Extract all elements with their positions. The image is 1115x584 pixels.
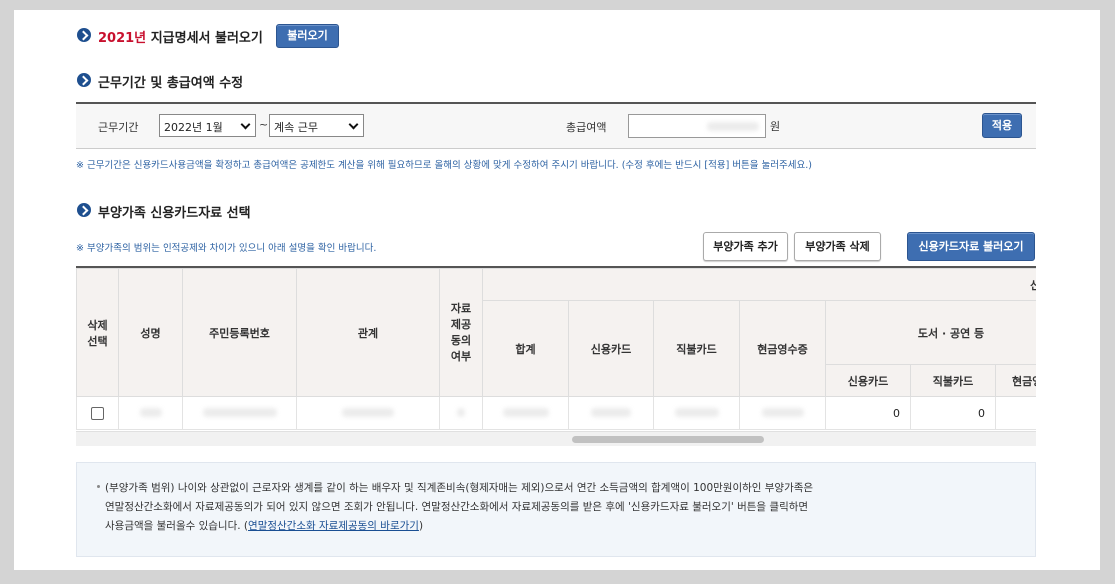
info-line-1: (부양가족 범위) 나이와 상관없이 근로자와 생계를 같이 하는 배우자 및 … xyxy=(105,482,814,494)
dependents-table-wrapper: 삭제 선택 성명 주민등록번호 관계 자료 제공 동의 여부 신 합계 신용카드… xyxy=(76,266,1036,446)
section-arrow-icon xyxy=(77,28,91,42)
table-row: 0 0 xyxy=(76,396,1036,430)
blurred-rrn xyxy=(202,407,277,417)
blurred-name xyxy=(139,407,162,417)
add-dependent-button[interactable]: 부양가족 추가 xyxy=(703,232,788,261)
work-period-label: 근무기간 xyxy=(98,121,139,134)
section-title-payment-statement: 2021년 지급명세서 불러오기 xyxy=(98,27,263,46)
start-month-select[interactable]: 2022년 1월 xyxy=(159,114,256,137)
col-header-name: 성명 xyxy=(118,268,183,397)
cell-rrn xyxy=(182,396,297,430)
horizontal-scrollbar[interactable] xyxy=(76,431,1036,446)
blurred-total xyxy=(502,407,549,417)
cell-total xyxy=(482,396,569,430)
work-period-box: 근무기간 2022년 1월 ~ 계속 근무 총급여액 원 적용 xyxy=(76,102,1036,149)
col-header-books-group: 도서 · 공연 등 xyxy=(824,300,1036,365)
scrollbar-thumb[interactable] xyxy=(572,436,764,443)
section-title-work-period: 근무기간 및 총급여액 수정 xyxy=(98,76,244,91)
info-line-3-prefix: 사용금액을 불러올수 있습니다. ( xyxy=(105,520,249,532)
load-credit-card-button[interactable]: 신용카드자료 불러오기 xyxy=(907,232,1035,261)
section-arrow-icon xyxy=(77,73,91,87)
apply-button[interactable]: 적용 xyxy=(982,113,1022,138)
col-header-books-credit: 신용카드 xyxy=(825,364,911,397)
col-header-debit: 직불카드 xyxy=(653,300,740,397)
blurred-credit xyxy=(591,407,631,417)
info-line-3-suffix: ) xyxy=(418,520,424,532)
total-salary-input[interactable] xyxy=(628,114,766,138)
bullet-icon xyxy=(97,485,100,488)
dependents-table: 삭제 선택 성명 주민등록번호 관계 자료 제공 동의 여부 신 합계 신용카드… xyxy=(76,268,1036,430)
cell-books-credit: 0 xyxy=(825,396,911,430)
load-statement-button[interactable]: 불러오기 xyxy=(276,24,339,48)
col-header-books-cash: 현금영 xyxy=(994,364,1036,397)
col-header-relation: 관계 xyxy=(296,268,440,397)
blurred-cash xyxy=(761,407,804,417)
cell-credit xyxy=(568,396,654,430)
col-header-books-debit: 직불카드 xyxy=(910,364,996,397)
blurred-salary-value xyxy=(707,122,759,131)
section-title-text: 지급명세서 불러오기 xyxy=(150,31,263,46)
delete-dependent-button[interactable]: 부양가족 삭제 xyxy=(794,232,881,261)
col-header-select: 삭제 선택 xyxy=(76,268,119,397)
main-panel: 2021년 지급명세서 불러오기 불러오기 근무기간 및 총급여액 수정 근무기… xyxy=(14,10,1100,570)
col-header-top-group: 신 xyxy=(481,268,1036,301)
col-header-total: 합계 xyxy=(482,300,569,397)
year-label: 2021년 xyxy=(98,31,147,46)
cell-cash xyxy=(739,396,826,430)
total-salary-label: 총급여액 xyxy=(566,121,607,134)
tilde: ~ xyxy=(259,118,269,131)
cell-books-cash xyxy=(994,396,1036,430)
row-checkbox[interactable] xyxy=(91,406,104,420)
col-header-top-group-text: 신 xyxy=(1030,279,1036,292)
section-arrow-icon xyxy=(77,203,91,217)
section-title-dependents: 부양가족 신용카드자료 선택 xyxy=(98,206,251,221)
work-period-notice: ※ 근무기간은 신용카드사용금액을 확정하고 총급여액은 공제한도 계산을 위해… xyxy=(76,160,812,171)
cell-relation xyxy=(296,396,440,430)
col-header-credit: 신용카드 xyxy=(568,300,654,397)
cell-name xyxy=(118,396,183,430)
col-header-consent: 자료 제공 동의 여부 xyxy=(439,268,483,397)
won-unit: 원 xyxy=(770,120,781,133)
blurred-consent xyxy=(457,407,465,417)
col-header-rrn: 주민등록번호 xyxy=(182,268,297,397)
info-line-3: 사용금액을 불러올수 있습니다. (연말정산간소화 자료제공동의 바로가기) xyxy=(105,518,423,533)
cell-books-debit: 0 xyxy=(910,396,996,430)
consent-shortcut-link[interactable]: 연말정산간소화 자료제공동의 바로가기 xyxy=(248,520,419,532)
cell-consent xyxy=(439,396,483,430)
dependents-notice: ※ 부양가족의 범위는 인적공제와 차이가 있으니 아래 설명을 확인 바랍니다… xyxy=(76,243,377,254)
cell-debit xyxy=(653,396,740,430)
dependents-info-box: (부양가족 범위) 나이와 상관없이 근로자와 생계를 같이 하는 배우자 및 … xyxy=(76,462,1036,557)
end-period-select[interactable]: 계속 근무 xyxy=(269,114,364,137)
col-header-cash: 현금영수증 xyxy=(739,300,826,397)
blurred-debit xyxy=(674,407,719,417)
row-checkbox-cell xyxy=(76,396,119,430)
info-line-2: 연말정산간소화에서 자료제공동의가 되어 있지 않으면 조회가 안됩니다. 연말… xyxy=(105,501,809,513)
blurred-relation xyxy=(342,407,394,417)
